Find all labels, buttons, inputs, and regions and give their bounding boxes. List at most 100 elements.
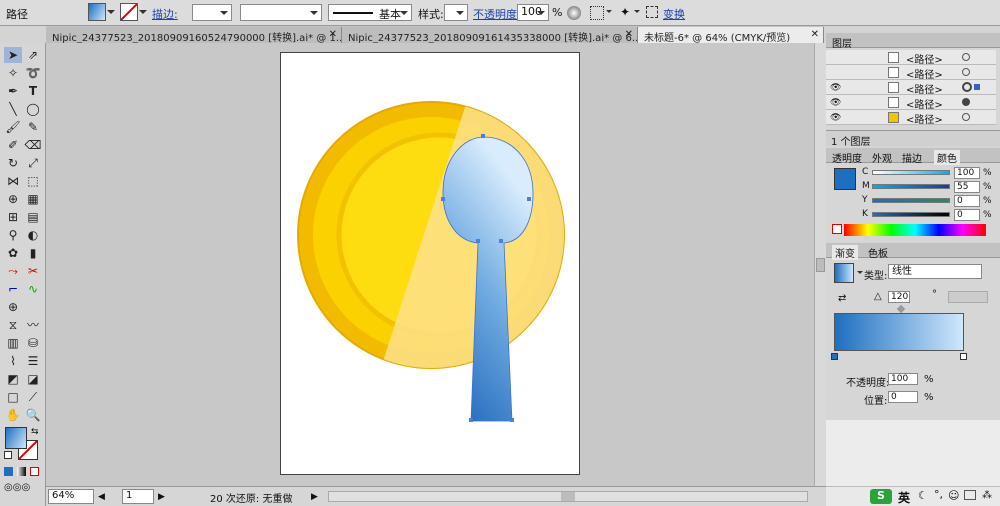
- tab-document-1[interactable]: Nipic_24377523_20180909160524790000 [转换]…: [46, 27, 342, 43]
- eyedropper-tool-icon[interactable]: ⚲: [4, 227, 22, 243]
- reverse-gradient-icon[interactable]: ⇄: [838, 293, 846, 304]
- blend-tool-icon[interactable]: ◐: [24, 227, 42, 243]
- layer-row[interactable]: 👁 <路径>: [826, 110, 996, 126]
- artboard-nav-prev[interactable]: ◀: [98, 492, 105, 502]
- yellow-slider[interactable]: [872, 198, 950, 203]
- join-tool-icon[interactable]: ⌐: [4, 281, 22, 297]
- black-input[interactable]: 0: [954, 209, 980, 221]
- recolor-icon[interactable]: [567, 6, 581, 20]
- scissors-tool-icon[interactable]: ✂: [24, 263, 42, 279]
- tools-icon[interactable]: ⁂: [982, 490, 992, 501]
- fill-dropdown-icon[interactable]: [107, 10, 115, 18]
- angle-input[interactable]: 120: [888, 291, 910, 303]
- layer-row[interactable]: 👁 <路径>: [826, 95, 996, 111]
- tab-stroke[interactable]: 描边: [902, 150, 922, 165]
- knife-tool-icon[interactable]: ⤳: [4, 263, 22, 279]
- stroke-weight-select[interactable]: [192, 4, 232, 21]
- canvas-area[interactable]: [46, 43, 814, 486]
- list-tool-icon[interactable]: ☰: [24, 353, 42, 369]
- dropdown-arrow-icon[interactable]: [606, 10, 612, 16]
- gradient-preview-swatch[interactable]: [834, 263, 854, 283]
- ime-language[interactable]: 英: [898, 489, 910, 506]
- variable-width-select[interactable]: [240, 4, 322, 21]
- stop-opacity-input[interactable]: 100: [888, 373, 918, 385]
- artboard-tool-icon[interactable]: □: [4, 389, 22, 405]
- magic-wand-tool-icon[interactable]: ✧: [4, 65, 22, 81]
- selection-tool-icon[interactable]: ➤: [4, 47, 22, 63]
- column-graph-tool-icon[interactable]: ▥: [4, 335, 22, 351]
- ellipse-tool-icon[interactable]: ◯: [24, 101, 42, 117]
- type-tool-icon[interactable]: T: [24, 83, 42, 99]
- artboard[interactable]: [280, 52, 580, 475]
- target-tool-icon[interactable]: ⊕: [4, 299, 22, 315]
- measure-tool-icon[interactable]: ⟋: [24, 389, 42, 405]
- eye-icon[interactable]: 👁: [830, 98, 841, 108]
- symbol-sprayer-tool-icon[interactable]: ✿: [4, 245, 22, 261]
- mesh-tool-icon[interactable]: ⊞: [4, 209, 22, 225]
- isolate-dropdown-icon[interactable]: [634, 10, 640, 16]
- layer-row[interactable]: <路径>: [826, 50, 996, 66]
- gradient-preset-dropdown-icon[interactable]: [857, 271, 863, 277]
- h-scroll-thumb[interactable]: [561, 492, 575, 501]
- layer-row-selected[interactable]: 👁 <路径>: [826, 80, 996, 96]
- cyan-input[interactable]: 100: [954, 167, 980, 179]
- tab-appearance[interactable]: 外观: [872, 150, 892, 165]
- hand-tool-icon[interactable]: ✋: [4, 407, 22, 423]
- target-icon[interactable]: [962, 98, 970, 106]
- aspect-ratio-input[interactable]: [948, 291, 988, 303]
- target-icon[interactable]: [962, 53, 970, 61]
- gradient-stop-right[interactable]: [960, 353, 967, 360]
- eye-icon[interactable]: 👁: [830, 83, 841, 93]
- scale-tool-icon[interactable]: ⤢: [24, 155, 42, 171]
- width-tool-icon[interactable]: ⋈: [4, 173, 22, 189]
- zoom-tool-icon[interactable]: 🔍: [24, 407, 42, 423]
- tab-transparency[interactable]: 透明度: [832, 150, 862, 165]
- artwork[interactable]: [281, 53, 581, 476]
- gradient-bar[interactable]: [834, 313, 964, 351]
- slice-select-tool-icon[interactable]: ◪: [24, 371, 42, 387]
- layer-row[interactable]: <路径>: [826, 65, 996, 81]
- smooth-tool-icon[interactable]: ∿: [24, 281, 42, 297]
- align-icon[interactable]: [590, 6, 604, 20]
- keyboard-icon[interactable]: [964, 490, 976, 500]
- transform-icon[interactable]: [646, 6, 658, 18]
- gradient-stop-left[interactable]: [831, 353, 838, 360]
- brush-select[interactable]: 基本: [328, 4, 412, 21]
- opacity-label[interactable]: 不透明度:: [473, 6, 521, 22]
- paintbrush-tool-icon[interactable]: 🖌: [4, 119, 22, 135]
- style-select[interactable]: [444, 4, 468, 21]
- default-colors-icon[interactable]: [4, 451, 12, 459]
- black-slider[interactable]: [872, 212, 950, 217]
- selection-indicator-icon[interactable]: [974, 84, 980, 90]
- stroke-label[interactable]: 描边:: [152, 6, 178, 22]
- shape-builder-tool-icon[interactable]: ⊕: [4, 191, 22, 207]
- color-fill-swatch[interactable]: [834, 168, 856, 190]
- isolate-icon[interactable]: ✦: [620, 5, 634, 19]
- fill-color-box[interactable]: [5, 427, 27, 449]
- zoom-select[interactable]: 64%: [48, 489, 94, 504]
- moon-icon[interactable]: ☾: [918, 489, 928, 502]
- graph-tool-icon[interactable]: ▮: [24, 245, 42, 261]
- eraser-tool-icon[interactable]: ⌫: [24, 137, 42, 153]
- pencil-tool-icon[interactable]: ✎: [24, 119, 42, 135]
- tab-color[interactable]: 颜色: [934, 150, 960, 165]
- page-input[interactable]: 1: [122, 489, 154, 504]
- line-graph-tool-icon[interactable]: ⌇: [4, 353, 22, 369]
- pen-tool-icon[interactable]: ✒: [4, 83, 22, 99]
- stroke-swatch[interactable]: [120, 3, 138, 21]
- stroke-dropdown-icon[interactable]: [139, 10, 147, 18]
- color-mode-icon[interactable]: [4, 467, 13, 476]
- warp-tool-icon[interactable]: 〰: [24, 317, 42, 333]
- tab-gradient[interactable]: 渐变: [832, 245, 858, 260]
- envelope-tool-icon[interactable]: ⧖: [4, 317, 22, 333]
- none-mode-icon[interactable]: [30, 467, 39, 476]
- color-spectrum-bar[interactable]: [844, 224, 986, 236]
- vertical-scrollbar[interactable]: [814, 43, 826, 486]
- transform-link[interactable]: 变换: [663, 6, 685, 22]
- target-icon[interactable]: [962, 113, 970, 121]
- none-color-swatch[interactable]: [832, 224, 842, 234]
- lasso-tool-icon[interactable]: ➰: [24, 65, 42, 81]
- gradient-midpoint-marker[interactable]: [896, 304, 906, 314]
- tab-swatches[interactable]: 色板: [868, 245, 888, 260]
- artboard-nav-next[interactable]: ▶: [158, 492, 165, 502]
